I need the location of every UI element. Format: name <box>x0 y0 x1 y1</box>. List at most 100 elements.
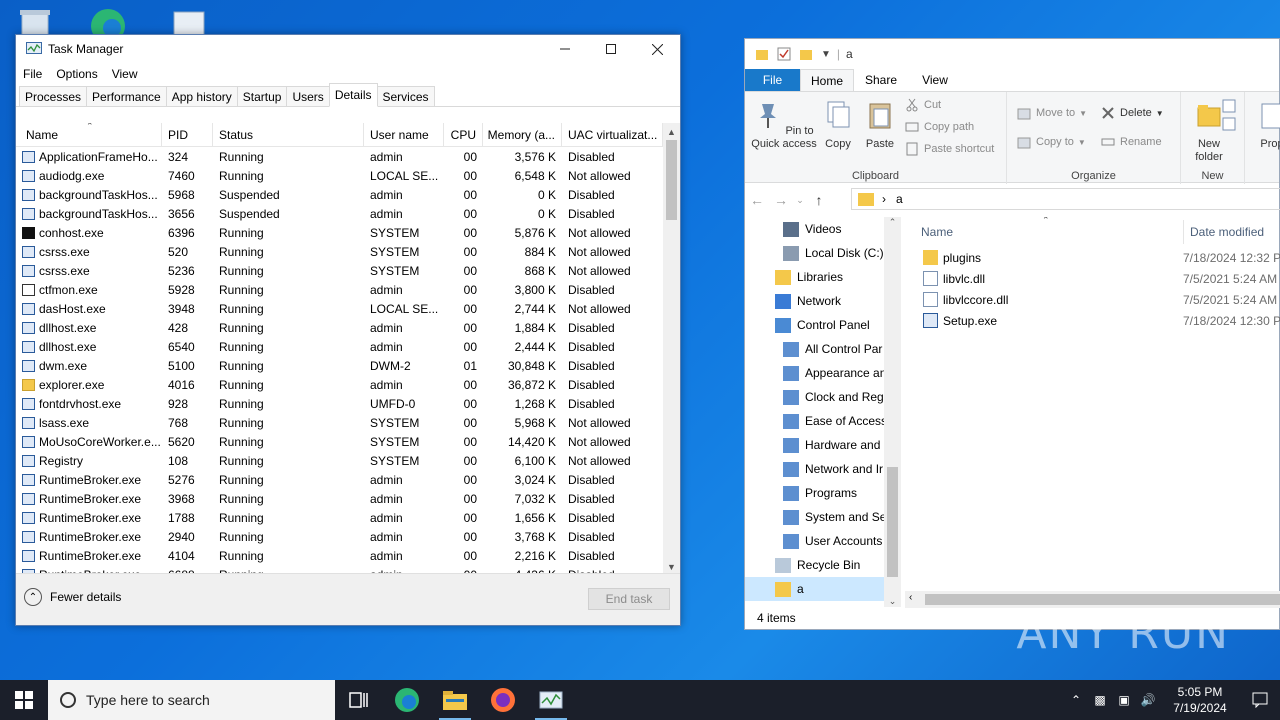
table-row[interactable]: RuntimeBroker.exe 3968 Running admin 00 7,032… <box>16 489 680 508</box>
menu-view[interactable]: View <box>112 67 138 81</box>
tab-details[interactable]: Details <box>328 83 378 107</box>
table-row[interactable]: lsass.exe 768 Running SYSTEM 00 5,968 K Not al… <box>16 413 680 432</box>
column-header-status[interactable]: Status <box>213 123 364 147</box>
column-header-date-modified[interactable]: Date modified <box>1183 220 1264 244</box>
nav-item[interactable]: Network and Ir <box>745 457 901 481</box>
start-button[interactable] <box>0 680 48 720</box>
tab-users[interactable]: Users <box>286 86 330 106</box>
file-row[interactable]: libvlccore.dll 7/5/2021 5:24 AM <box>905 289 1280 310</box>
task-view-button[interactable] <box>335 680 383 720</box>
table-row[interactable]: RuntimeBroker.exe 1788 Running admin 00 1,656… <box>16 508 680 527</box>
clock[interactable]: 5:05 PM 7/19/2024 <box>1160 684 1240 716</box>
nav-item[interactable]: Appearance an <box>745 361 901 385</box>
ribbon-tab-home[interactable]: Home <box>800 69 854 91</box>
copy-path-button[interactable]: Copy path <box>905 120 974 134</box>
paste-shortcut-button[interactable]: Paste shortcut <box>905 142 994 156</box>
tab-processes[interactable]: Processes <box>19 86 88 106</box>
table-row[interactable]: csrss.exe 520 Running SYSTEM 00 884 K Not allo… <box>16 242 680 261</box>
table-row[interactable]: ApplicationFrameHo... 324 Running admin 00 3,… <box>16 147 680 166</box>
nav-item[interactable]: Control Panel <box>745 313 901 337</box>
properties-button[interactable]: Prop <box>1257 100 1280 151</box>
nav-item[interactable]: Network <box>745 289 901 313</box>
tab-services[interactable]: Services <box>376 86 435 106</box>
table-row[interactable]: fontdrvhost.exe 928 Running UMFD-0 00 1,268 K… <box>16 394 680 413</box>
column-header-pid[interactable]: PID <box>162 123 213 147</box>
quick-access-dropdown-icon[interactable]: ▼ <box>821 49 831 60</box>
table-row[interactable]: RuntimeBroker.exe 5276 Running admin 00 3,024… <box>16 470 680 489</box>
pin-to-quick-access-button[interactable]: Pin to Quick access <box>749 100 819 151</box>
chevron-up-icon[interactable]: ⌃ <box>1064 693 1088 707</box>
properties-icon[interactable] <box>777 47 791 61</box>
file-row[interactable]: libvlc.dll 7/5/2021 5:24 AM <box>905 268 1280 289</box>
tab-performance[interactable]: Performance <box>86 86 167 106</box>
ribbon-tab-view[interactable]: View <box>908 69 962 91</box>
delete-button[interactable]: Delete ▼ <box>1101 106 1164 120</box>
new-item-icon[interactable] <box>1221 98 1243 141</box>
minimize-button[interactable] <box>542 35 588 63</box>
ribbon-tab-share[interactable]: Share <box>854 69 908 91</box>
close-button[interactable] <box>634 35 680 63</box>
copy-button[interactable]: Copy <box>819 100 857 151</box>
recent-locations-icon[interactable]: ⌄ <box>793 195 807 206</box>
scroll-left-icon[interactable]: ‹ <box>909 592 912 603</box>
column-header-uac-virtualization[interactable]: UAC virtualizat... <box>562 123 663 147</box>
firefox-taskbar-button[interactable] <box>479 680 527 720</box>
menu-options[interactable]: Options <box>56 67 97 81</box>
table-row[interactable]: conhost.exe 6396 Running SYSTEM 00 5,876 K Not… <box>16 223 680 242</box>
address-bar[interactable]: › a <box>851 188 1280 210</box>
volume-icon[interactable]: 🔊 <box>1136 693 1160 707</box>
nav-item[interactable]: Ease of Access <box>745 409 901 433</box>
maximize-button[interactable] <box>588 35 634 63</box>
notifications-button[interactable] <box>1240 692 1280 708</box>
nav-item[interactable]: User Accounts <box>745 529 901 553</box>
scroll-up-icon[interactable]: ▲ <box>663 123 680 140</box>
nav-item[interactable]: Hardware and <box>745 433 901 457</box>
breadcrumb[interactable]: a <box>896 192 903 206</box>
table-row[interactable]: dllhost.exe 428 Running admin 00 1,884 K Disab… <box>16 318 680 337</box>
column-header-user-name[interactable]: User name <box>364 123 444 147</box>
column-header-cpu[interactable]: CPU <box>444 123 483 147</box>
move-to-button[interactable]: Move to ▼ <box>1017 106 1087 120</box>
column-header-name[interactable]: Name <box>921 225 953 239</box>
table-row[interactable]: Registry 108 Running SYSTEM 00 6,100 K Not all… <box>16 451 680 470</box>
scrollbar-thumb[interactable] <box>887 467 898 577</box>
table-row[interactable]: ctfmon.exe 5928 Running admin 00 3,800 K Disab… <box>16 280 680 299</box>
nav-item[interactable]: Programs <box>745 481 901 505</box>
table-row[interactable]: MoUsoCoreWorker.e... 5620 Running SYSTEM 00 1… <box>16 432 680 451</box>
nav-scrollbar[interactable]: ⌃ ⌄ <box>884 217 901 607</box>
up-arrow-icon[interactable]: ↑ <box>807 192 831 208</box>
back-arrow-icon[interactable]: ← <box>745 192 769 208</box>
taskbar-search[interactable]: Type here to search <box>48 680 335 720</box>
cut-button[interactable]: Cut <box>905 98 941 112</box>
rename-button[interactable]: Rename <box>1101 135 1162 149</box>
device-icon[interactable]: ▩ <box>1088 693 1112 707</box>
paste-button[interactable]: Paste <box>861 100 899 151</box>
tab-startup[interactable]: Startup <box>236 86 288 106</box>
table-row[interactable]: RuntimeBroker.exe 2940 Running admin 00 3,768… <box>16 527 680 546</box>
nav-item[interactable]: System and Se <box>745 505 901 529</box>
table-row[interactable]: explorer.exe 4016 Running admin 00 36,872 K Di… <box>16 375 680 394</box>
table-row[interactable]: backgroundTaskHos... 3656 Suspended admin 00… <box>16 204 680 223</box>
scrollbar-thumb[interactable] <box>666 140 677 220</box>
table-row[interactable]: backgroundTaskHos... 5968 Suspended admin 00… <box>16 185 680 204</box>
table-row[interactable]: csrss.exe 5236 Running SYSTEM 00 868 K Not all… <box>16 261 680 280</box>
table-row[interactable]: RuntimeBroker.exe 4104 Running admin 00 2,216… <box>16 546 680 565</box>
tab-app-history[interactable]: App history <box>165 86 238 106</box>
ribbon-tab-file[interactable]: File <box>745 69 800 91</box>
nav-item[interactable]: Libraries <box>745 265 901 289</box>
scroll-up-icon[interactable]: ⌃ <box>884 217 901 228</box>
network-icon[interactable]: ▣ <box>1112 693 1136 707</box>
forward-arrow-icon[interactable]: → <box>769 192 793 208</box>
task-manager-taskbar-button[interactable] <box>527 680 575 720</box>
new-folder-icon[interactable] <box>799 47 813 61</box>
horizontal-scrollbar[interactable]: ‹ <box>905 591 1280 608</box>
copy-to-button[interactable]: Copy to ▼ <box>1017 135 1086 149</box>
nav-item[interactable]: All Control Par <box>745 337 901 361</box>
column-header-memory[interactable]: Memory (a... <box>483 123 562 147</box>
file-explorer-taskbar-button[interactable] <box>431 680 479 720</box>
nav-item[interactable]: a <box>745 577 901 601</box>
table-row[interactable]: dllhost.exe 6540 Running admin 00 2,444 K Disa… <box>16 337 680 356</box>
file-row[interactable]: Setup.exe 7/18/2024 12:30 PM <box>905 310 1280 331</box>
fewer-details-button[interactable]: ⌃ Fewer details <box>24 588 121 606</box>
nav-item[interactable]: Clock and Regi <box>745 385 901 409</box>
